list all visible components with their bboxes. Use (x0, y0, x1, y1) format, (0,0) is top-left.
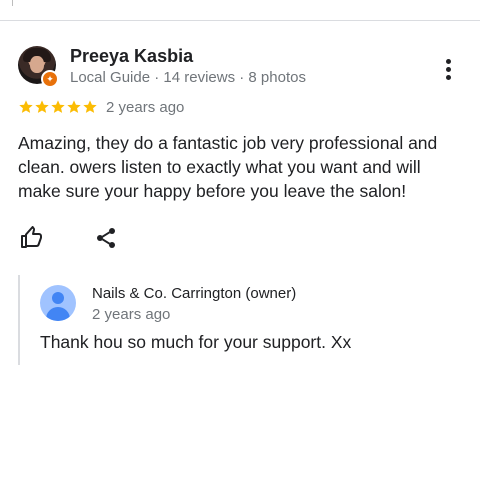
local-guide-badge-icon: ✦ (41, 70, 59, 88)
owner-name: Nails & Co. Carrington (owner) (92, 285, 297, 302)
star-rating (18, 98, 98, 118)
more-vert-icon[interactable] (440, 57, 456, 81)
star-icon (51, 100, 65, 113)
review-text: Amazing, they do a fantastic job very pr… (18, 133, 438, 201)
star-icon (35, 100, 49, 113)
star-icon (19, 100, 33, 113)
owner-reply-time: 2 years ago (92, 306, 171, 323)
star-icon (67, 100, 81, 113)
reviewer-name[interactable]: Preeya Kasbia (70, 46, 193, 67)
star-icon (83, 100, 97, 113)
section-divider (0, 20, 480, 21)
like-button[interactable] (20, 226, 44, 250)
owner-avatar (40, 285, 76, 321)
owner-reply: Nails & Co. Carrington (owner) 2 years a… (18, 275, 460, 365)
top-edge-mark (12, 0, 13, 6)
share-icon (97, 228, 115, 248)
reviewer-meta: Local Guide · 14 reviews · 8 photos (70, 69, 306, 86)
share-button[interactable] (94, 226, 118, 250)
review-time: 2 years ago (106, 99, 185, 116)
owner-reply-text: Thank hou so much for your support. Xx (40, 332, 352, 352)
thumb-up-icon (21, 226, 42, 248)
